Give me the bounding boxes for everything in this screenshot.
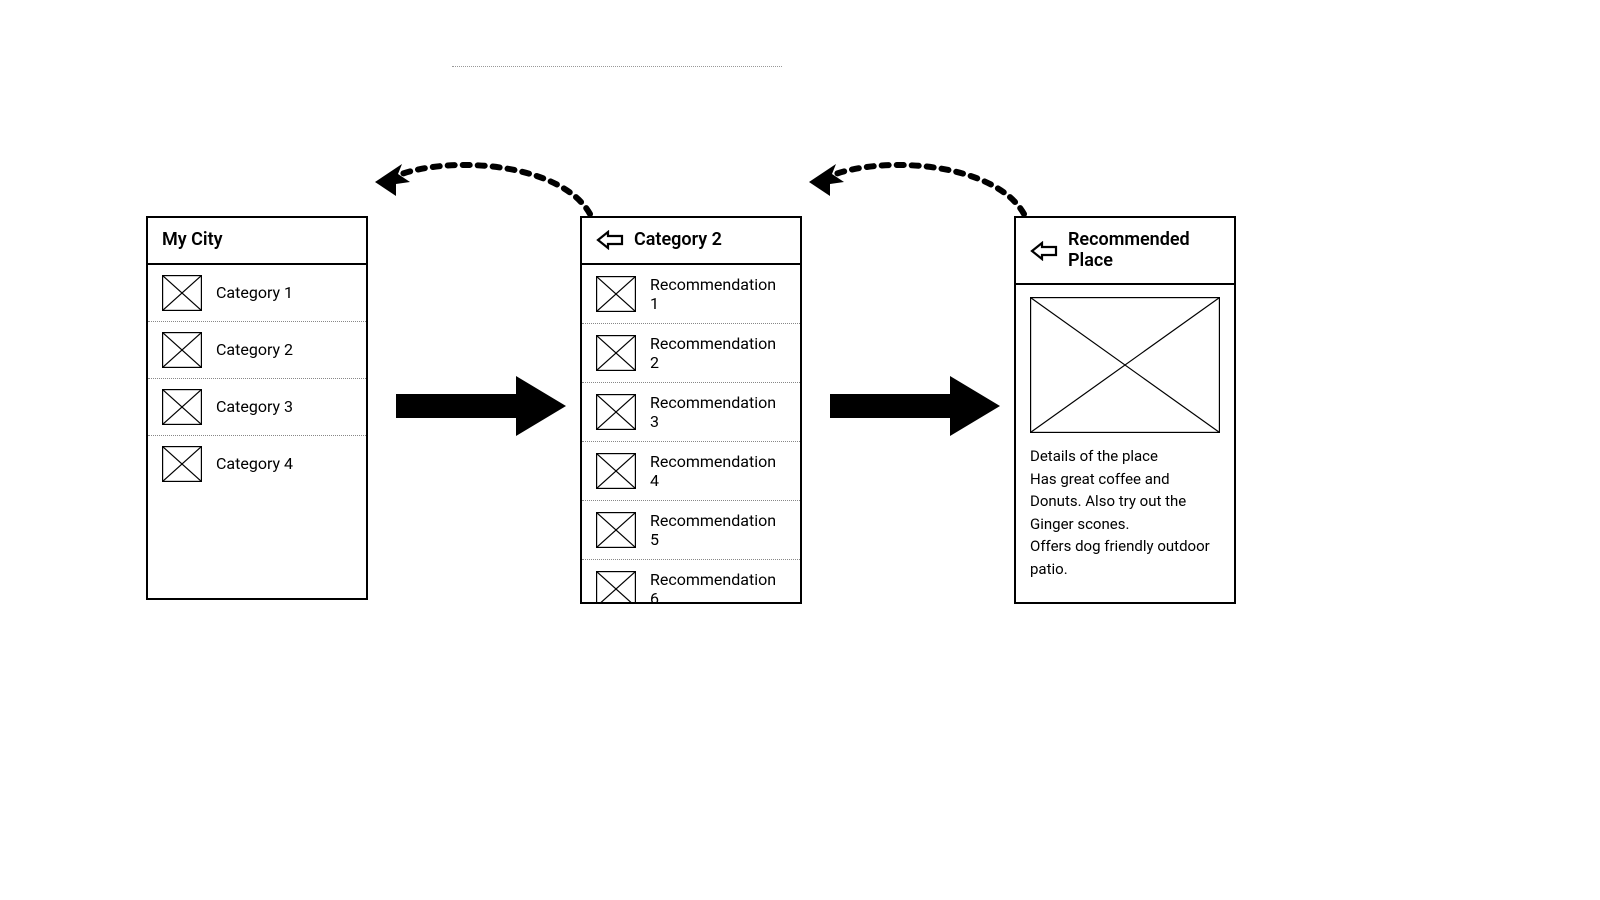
screen3-title: Recommended Place <box>1068 230 1220 271</box>
recommendation-item[interactable]: Recommendation 6 <box>582 560 800 604</box>
screen1-header: My City <box>148 218 366 265</box>
screen-place-detail: Recommended Place Details of the place H… <box>1014 216 1236 604</box>
category-item-label: Category 3 <box>216 397 293 416</box>
recommendation-item-label: Recommendation 6 <box>650 570 786 604</box>
placeholder-image-icon <box>162 389 202 425</box>
divider-rule <box>452 66 782 67</box>
category-item-label: Category 1 <box>216 283 293 302</box>
screen-recommendation-list: Category 2 Recommendation 1 Recommendati… <box>580 216 802 604</box>
recommendation-item-label: Recommendation 4 <box>650 452 786 490</box>
category-item-label: Category 4 <box>216 454 293 473</box>
detail-description: Details of the place Has great coffee an… <box>1016 445 1234 594</box>
category-item[interactable]: Category 1 <box>148 265 366 322</box>
placeholder-image-icon <box>596 276 636 312</box>
detail-line: Has great coffee and Donuts. Also try ou… <box>1030 468 1220 536</box>
placeholder-image-icon <box>1030 297 1220 433</box>
back-navigation-arrow-icon <box>372 152 602 222</box>
category-list: Category 1 Category 2 Category 3 Categor… <box>148 265 366 492</box>
recommendation-item[interactable]: Recommendation 1 <box>582 265 800 324</box>
placeholder-image-icon <box>162 332 202 368</box>
recommendation-item-label: Recommendation 5 <box>650 511 786 549</box>
placeholder-image-icon <box>596 512 636 548</box>
recommendation-item[interactable]: Recommendation 4 <box>582 442 800 501</box>
recommendation-item[interactable]: Recommendation 2 <box>582 324 800 383</box>
recommendation-item-label: Recommendation 3 <box>650 393 786 431</box>
category-item[interactable]: Category 3 <box>148 379 366 436</box>
detail-image-container <box>1016 285 1234 445</box>
category-item[interactable]: Category 4 <box>148 436 366 492</box>
forward-arrow-icon <box>830 376 1000 436</box>
back-arrow-icon[interactable] <box>1030 241 1058 261</box>
recommendation-list: Recommendation 1 Recommendation 2 Recomm… <box>582 265 800 604</box>
back-navigation-arrow-icon <box>806 152 1036 222</box>
recommendation-item[interactable]: Recommendation 5 <box>582 501 800 560</box>
placeholder-image-icon <box>162 446 202 482</box>
category-item-label: Category 2 <box>216 340 293 359</box>
placeholder-image-icon <box>596 453 636 489</box>
screen1-title: My City <box>162 230 223 251</box>
recommendation-item-label: Recommendation 1 <box>650 275 786 313</box>
screen3-header: Recommended Place <box>1016 218 1234 285</box>
placeholder-image-icon <box>162 275 202 311</box>
back-arrow-icon[interactable] <box>596 230 624 250</box>
placeholder-image-icon <box>596 394 636 430</box>
screen-category-list: My City Category 1 Category 2 Category 3… <box>146 216 368 600</box>
recommendation-item-label: Recommendation 2 <box>650 334 786 372</box>
screen2-header: Category 2 <box>582 218 800 265</box>
detail-line: Details of the place <box>1030 445 1220 468</box>
forward-arrow-icon <box>396 376 566 436</box>
detail-line: Offers dog friendly outdoor patio. <box>1030 535 1220 580</box>
screen2-title: Category 2 <box>634 230 722 251</box>
category-item[interactable]: Category 2 <box>148 322 366 379</box>
placeholder-image-icon <box>596 335 636 371</box>
recommendation-item[interactable]: Recommendation 3 <box>582 383 800 442</box>
placeholder-image-icon <box>596 571 636 604</box>
